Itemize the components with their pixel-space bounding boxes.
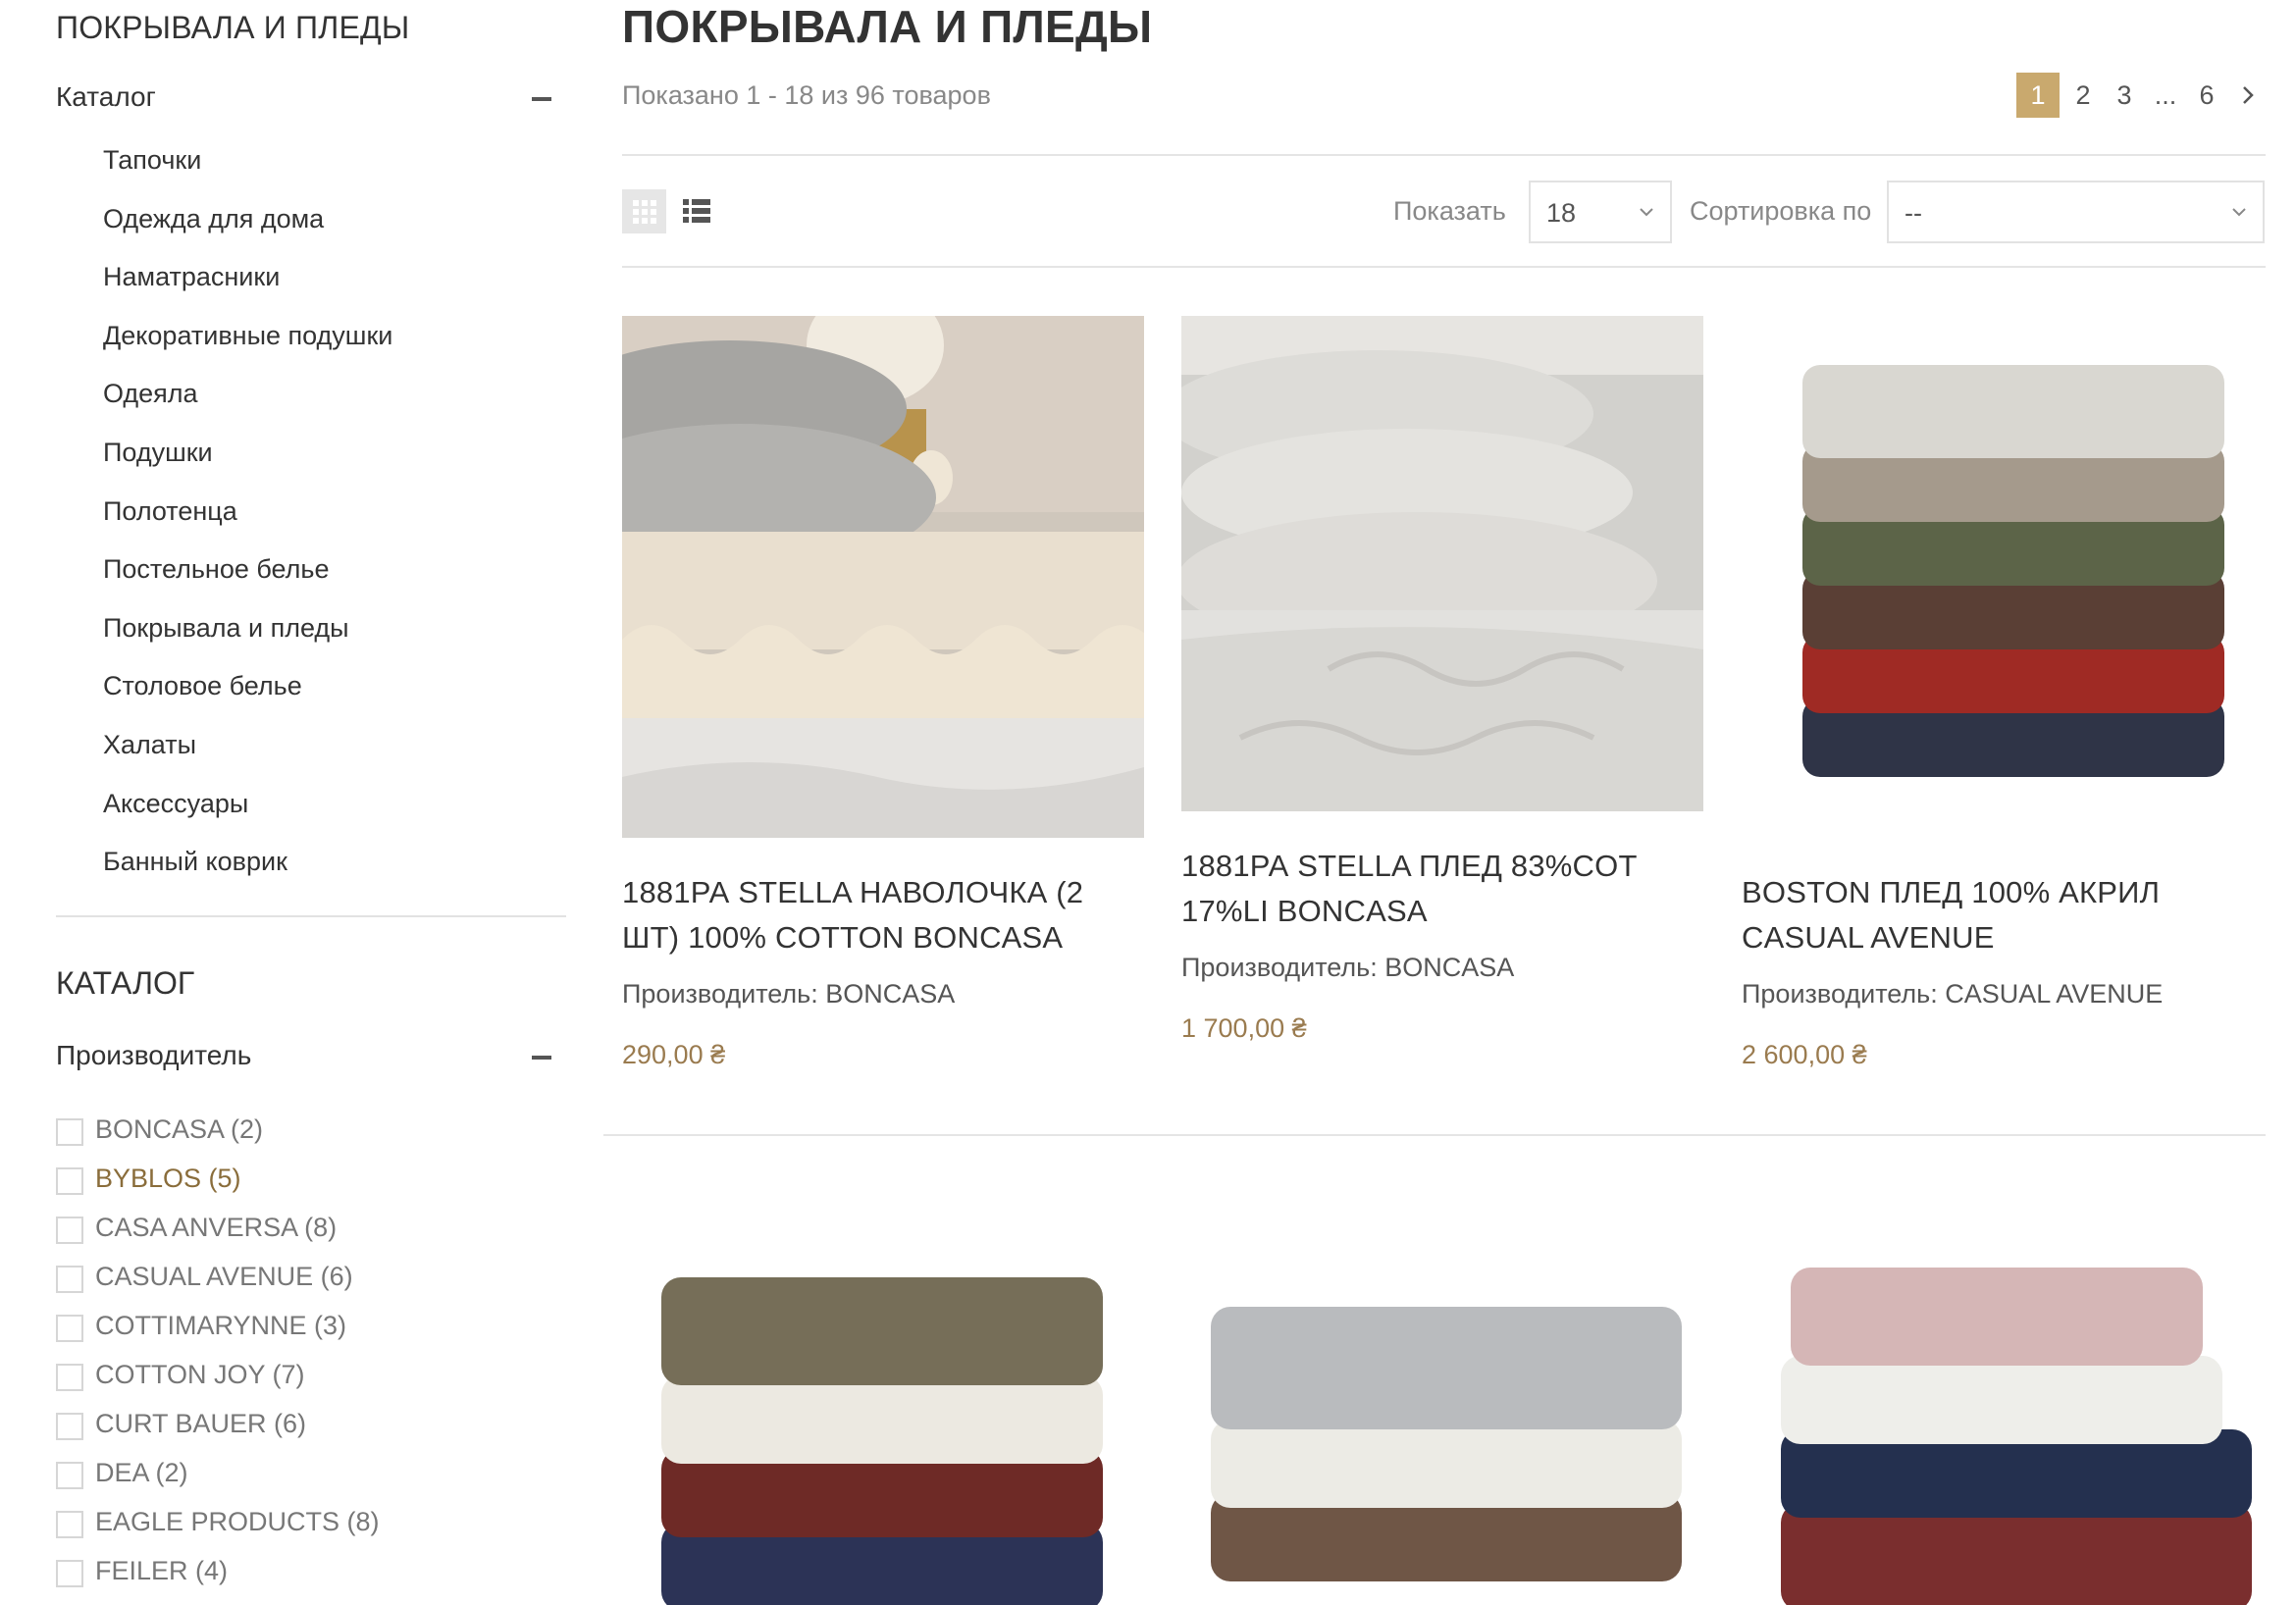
list-view-icon[interactable] xyxy=(681,195,712,227)
checkbox[interactable] xyxy=(56,1413,83,1440)
category-item[interactable]: Одежда для дома xyxy=(103,204,392,263)
product-name[interactable]: BOSTON ПЛЕД 100% АКРИЛ CASUAL AVENUE xyxy=(1742,870,2264,960)
sort-label: Сортировка по xyxy=(1690,196,1872,226)
sidebar-divider xyxy=(56,915,566,917)
product-image[interactable] xyxy=(1181,316,1703,811)
category-item[interactable]: Декоративные подушки xyxy=(103,321,392,380)
category-item[interactable]: Аксессуары xyxy=(103,789,392,848)
product-price: 2 600,00 ₴ xyxy=(1742,1040,1867,1069)
category-item[interactable]: Банный коврик xyxy=(103,847,392,906)
checkbox[interactable] xyxy=(56,1315,83,1342)
pagination: 1 2 3 ... 6 xyxy=(2010,73,2266,118)
page-title: ПОКРЫВАЛА И ПЛЕДЫ xyxy=(622,1,1153,52)
product-manufacturer: Производитель: CASUAL AVENUE xyxy=(1742,979,2164,1009)
checkbox[interactable] xyxy=(56,1266,83,1293)
page-link[interactable]: 2 xyxy=(2065,73,2101,118)
category-item[interactable]: Халаты xyxy=(103,730,392,789)
product-image[interactable] xyxy=(622,316,1144,838)
sidebar-title: ПОКРЫВАЛА И ПЛЕДЫ xyxy=(56,10,410,45)
page-ellipsis: ... xyxy=(2154,80,2177,110)
category-item[interactable]: Покрывала и пледы xyxy=(103,613,392,672)
category-item[interactable]: Подушки xyxy=(103,438,392,496)
page-link[interactable]: 3 xyxy=(2107,73,2142,118)
manufacturer-filter-label: BONCASA (2) xyxy=(95,1114,264,1144)
product-manufacturer: Производитель: BONCASA xyxy=(622,979,956,1009)
collapse-minus-icon[interactable] xyxy=(532,97,551,101)
checkbox[interactable] xyxy=(56,1118,83,1146)
category-item[interactable]: Столовое белье xyxy=(103,671,392,730)
product-image[interactable] xyxy=(1742,316,2264,838)
collapse-minus-icon[interactable] xyxy=(532,1056,551,1060)
manufacturer-filter-label: FEILER (4) xyxy=(95,1556,229,1585)
manufacturer-filter-label: BYBLOS (5) xyxy=(95,1164,241,1193)
page-link[interactable]: 6 xyxy=(2189,73,2224,118)
product-name[interactable]: 1881РА STELLA ПЛЕД 83%COT 17%LI BONCASA xyxy=(1181,844,1703,934)
product-price: 290,00 ₴ xyxy=(622,1040,726,1069)
row-divider xyxy=(603,1134,2266,1136)
product-manufacturer: Производитель: BONCASA xyxy=(1181,953,1515,982)
manufacturer-label: Производитель xyxy=(56,1040,252,1070)
category-item[interactable]: Наматрасники xyxy=(103,262,392,321)
results-count: Показано 1 - 18 из 96 товаров xyxy=(622,80,991,110)
product-image[interactable] xyxy=(1742,1209,2264,1605)
manufacturer-filter-label: COTTON JOY (7) xyxy=(95,1360,305,1389)
manufacturer-filter-label: CASA ANVERSA (8) xyxy=(95,1213,338,1242)
checkbox[interactable] xyxy=(56,1511,83,1538)
product-name[interactable]: 1881РА STELLA НАВОЛОЧКА (2 ШТ) 100% COTT… xyxy=(622,870,1144,960)
show-per-page-label: Показать xyxy=(1393,196,1506,226)
sort-value: -- xyxy=(1905,198,1922,228)
checkbox[interactable] xyxy=(56,1167,83,1195)
checkbox[interactable] xyxy=(56,1364,83,1391)
checkbox[interactable] xyxy=(56,1560,83,1587)
manufacturer-filter-label: DEA (2) xyxy=(95,1458,188,1487)
catalog-section-header[interactable]: Каталог xyxy=(56,81,551,121)
chevron-down-icon xyxy=(2231,204,2247,225)
category-item[interactable]: Постельное белье xyxy=(103,554,392,613)
per-page-value: 18 xyxy=(1546,198,1577,228)
product-image[interactable] xyxy=(622,1209,1144,1605)
category-item[interactable]: Одеяла xyxy=(103,379,392,438)
page-link-current[interactable]: 1 xyxy=(2016,73,2060,118)
manufacturer-filter-label: COTTIMARYNNE (3) xyxy=(95,1311,347,1340)
sort-select[interactable]: -- xyxy=(1887,181,2265,243)
header-divider xyxy=(622,154,2266,156)
per-page-select[interactable]: 18 xyxy=(1529,181,1672,243)
grid-view-icon[interactable] xyxy=(622,189,666,233)
manufacturer-filter-label: EAGLE PRODUCTS (8) xyxy=(95,1507,380,1536)
checkbox[interactable] xyxy=(56,1217,83,1244)
product-image[interactable] xyxy=(1181,1209,1703,1605)
chevron-right-icon[interactable] xyxy=(2230,73,2266,118)
category-list: Тапочки Одежда для дома Наматрасники Дек… xyxy=(103,145,392,906)
chevron-down-icon xyxy=(1639,204,1654,225)
toolbar-divider xyxy=(622,266,2266,268)
manufacturer-filter-label: CASUAL AVENUE (6) xyxy=(95,1262,353,1291)
filter-title: КАТАЛОГ xyxy=(56,965,195,1001)
product-listing: ПОКРЫВАЛА И ПЛЕДЫ Показано 1 - 18 из 96 … xyxy=(603,0,2266,1605)
catalog-label: Каталог xyxy=(56,81,156,112)
manufacturer-filter-label: CURT BAUER (6) xyxy=(95,1409,307,1438)
category-item[interactable]: Тапочки xyxy=(103,145,392,204)
category-item[interactable]: Полотенца xyxy=(103,496,392,555)
product-price: 1 700,00 ₴ xyxy=(1181,1013,1307,1043)
manufacturer-section-header[interactable]: Производитель xyxy=(56,1040,551,1079)
checkbox[interactable] xyxy=(56,1462,83,1489)
